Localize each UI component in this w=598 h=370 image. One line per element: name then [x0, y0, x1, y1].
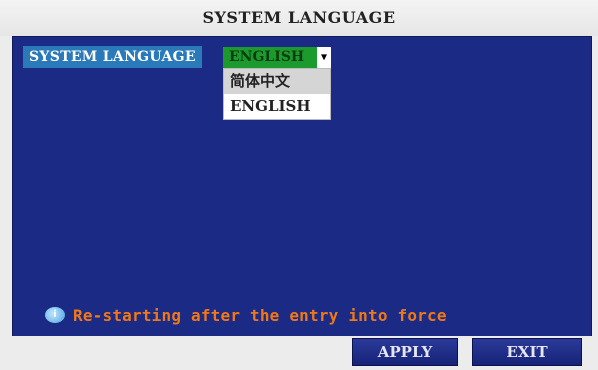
- dropdown-option-english[interactable]: ENGLISH: [224, 94, 330, 119]
- chevron-down-icon[interactable]: ▼: [317, 47, 331, 68]
- language-dropdown: 简体中文 ENGLISH: [223, 68, 331, 120]
- apply-button[interactable]: APPLY: [352, 338, 458, 366]
- language-select[interactable]: ENGLISH ▼: [223, 47, 331, 68]
- settings-panel: SYSTEM LANGUAGE ENGLISH ▼ 简体中文 ENGLISH i…: [12, 36, 592, 338]
- exit-button[interactable]: EXIT: [472, 338, 582, 366]
- dialog-title: SYSTEM LANGUAGE: [0, 0, 598, 36]
- info-icon: i: [45, 307, 65, 323]
- dropdown-option-chinese[interactable]: 简体中文: [224, 69, 330, 94]
- language-select-value[interactable]: ENGLISH: [223, 47, 317, 68]
- notice-text: Re-starting after the entry into force: [73, 305, 447, 325]
- system-language-label: SYSTEM LANGUAGE: [23, 46, 202, 68]
- system-language-dialog: SYSTEM LANGUAGE SYSTEM LANGUAGE ENGLISH …: [0, 0, 598, 370]
- restart-notice: i Re-starting after the entry into force: [45, 303, 447, 327]
